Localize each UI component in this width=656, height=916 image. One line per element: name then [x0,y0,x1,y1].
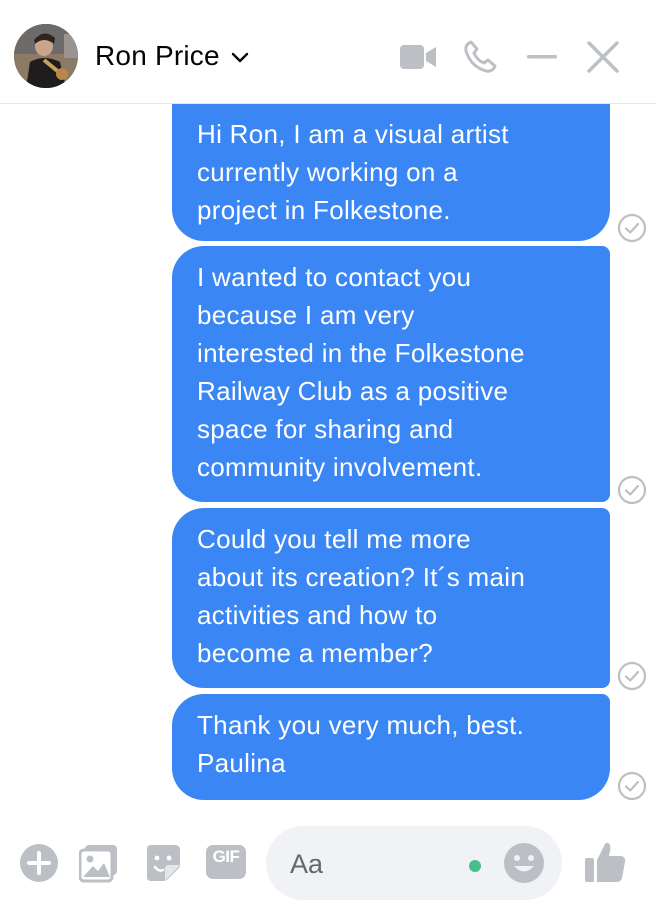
chat-window: Hi Ron, I am a visual artist currently w… [0,0,656,916]
chat-header: Ron Price [0,0,656,104]
sent-check-icon-3 [617,661,647,691]
sent-check-icon-2 [617,475,647,505]
audio-call-button[interactable] [462,38,498,76]
contact-name-dropdown[interactable]: Ron Price [95,40,250,72]
sent-check-icon-1 [617,213,647,243]
gif-label: GIF [212,847,240,866]
close-button[interactable] [584,38,622,76]
message-bubble-3[interactable]: Could you tell me more about its creatio… [172,508,610,688]
thumbs-up-icon [585,842,626,882]
message-input[interactable] [288,844,462,884]
like-button[interactable] [582,840,628,884]
sticker-button[interactable] [142,842,184,884]
avatar-photo [14,24,78,88]
message-bubble-2[interactable]: I wanted to contact you because I am ver… [172,246,610,502]
more-actions-button[interactable] [18,842,60,884]
video-call-button[interactable] [398,38,438,76]
phone-icon [464,40,497,73]
emoji-icon[interactable] [502,841,546,885]
video-camera-icon [400,45,436,69]
contact-name: Ron Price [95,40,220,71]
close-icon [587,41,619,73]
message-list[interactable]: Hi Ron, I am a visual artist currently w… [0,0,656,810]
plus-icon [20,844,58,882]
sent-check-icon-4 [617,771,647,801]
avatar[interactable] [14,24,78,88]
message-bubble-4[interactable]: Thank you very much, best. Paulina [172,694,610,800]
gif-button[interactable]: GIF [205,842,247,884]
minimize-icon [527,55,557,59]
message-input-container[interactable] [266,826,562,900]
photo-icon [79,845,117,883]
attach-photo-button[interactable] [78,842,120,884]
chevron-down-icon [231,52,248,63]
sticker-icon [147,845,180,881]
minimize-button[interactable] [524,38,560,76]
online-status-dot [469,860,481,872]
message-bubble-1[interactable]: Hi Ron, I am a visual artist currently w… [172,101,610,241]
